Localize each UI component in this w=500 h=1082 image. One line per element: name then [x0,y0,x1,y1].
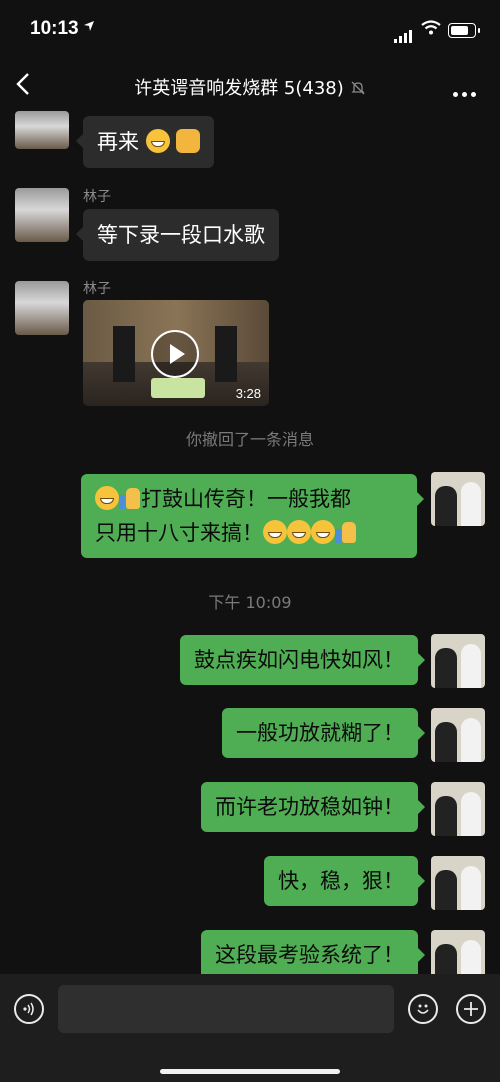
avatar[interactable] [431,782,485,836]
chat-title-text: 许英谔音响发烧群 5(438) [134,78,344,99]
sender-name: 林子 [83,189,111,205]
thumbs-up-icon [119,486,141,510]
mute-bell-icon [350,80,366,101]
message-bubble[interactable]: 这段最考验系统了！ [201,930,425,980]
chat-title: 许英谔音响发烧群 5(438) [0,74,500,101]
sender-name: 林子 [83,281,111,297]
message-bubble[interactable]: 再来 [75,116,215,168]
message-input[interactable] [58,985,394,1033]
message-text: 这段最考验系统了！ [215,943,404,967]
grin-emoji-icon [263,520,287,544]
message-text: 再来 [97,130,139,154]
signal-icon [394,24,414,43]
battery-icon [448,23,480,38]
voice-icon[interactable] [14,994,44,1024]
laugh-emoji-icon [287,520,311,544]
system-recall-notice: 你撤回了一条消息 [185,430,314,449]
status-bar: 10:13 [0,0,500,58]
thumbs-up-icon [335,520,357,544]
message-bubble[interactable]: 快，稳，狠！ [264,856,425,906]
home-indicator [160,1069,340,1074]
ok-hand-emoji-icon [176,129,201,153]
speaker-right [215,326,237,382]
grin-emoji-icon [145,129,170,153]
message-text: 鼓点疾如闪电快如风！ [194,648,404,672]
play-icon[interactable] [151,330,199,378]
status-time: 10:13 [30,18,79,39]
avatar[interactable] [431,472,485,526]
video-duration: 3:28 [235,386,261,401]
rug [151,378,205,398]
avatar[interactable] [431,634,485,688]
video-message[interactable]: 3:28 [83,300,269,406]
message-bubble[interactable]: 等下录一段口水歌 [76,209,279,261]
message-text: 等下录一段口水歌 [97,223,265,247]
input-bar [0,974,500,1082]
chat-header: 许英谔音响发烧群 5(438) [0,58,500,112]
message-bubble[interactable]: 鼓点疾如闪电快如风！ [180,635,425,685]
grin-emoji-icon [311,520,335,544]
avatar[interactable] [431,856,485,910]
message-text: 一般功放就糊了！ [236,721,404,745]
speaker-left [113,326,135,382]
avatar[interactable] [15,111,69,149]
emoji-icon[interactable] [408,994,438,1024]
plus-icon[interactable] [456,994,486,1024]
message-text: 快，稳，狠！ [278,869,404,893]
timestamp: 下午 10:09 [208,593,292,612]
avatar[interactable] [431,708,485,762]
wifi-icon [421,20,441,39]
avatar[interactable] [15,188,69,242]
message-text-line2: 只用十八寸来搞！ [95,521,263,545]
grin-emoji-icon [95,486,119,510]
message-bubble[interactable]: 打鼓山传奇！一般我都 只用十八寸来搞！ [81,474,424,558]
message-text: 而许老功放稳如钟！ [215,795,404,819]
message-text-line1: 打鼓山传奇！一般我都 [141,487,351,511]
more-icon[interactable] [453,82,480,101]
location-arrow-icon [83,20,95,36]
message-bubble[interactable]: 一般功放就糊了！ [222,708,425,758]
message-bubble[interactable]: 而许老功放稳如钟！ [201,782,425,832]
avatar[interactable] [15,281,69,335]
